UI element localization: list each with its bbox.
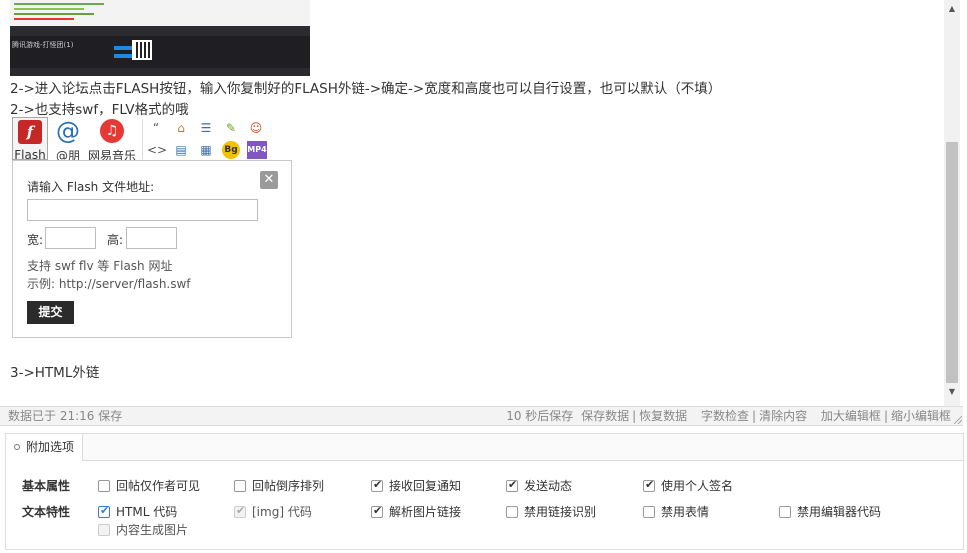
toolbar-divider: [142, 119, 143, 159]
tab-label: 附加选项: [26, 440, 75, 454]
checkbox-parse-image-links[interactable]: 解析图片链接: [371, 503, 461, 520]
free-icon: ⌂: [177, 121, 185, 135]
clear-content-link[interactable]: 清除内容: [759, 409, 807, 423]
post-line-flash-steps: 2->进入论坛点击FLASH按钮，输入你复制好的FLASH外链->确定->宽度和…: [10, 81, 722, 97]
page-icon: ▤: [175, 143, 187, 157]
checkbox-box[interactable]: [643, 478, 655, 492]
editor-toolbar-image: f Flash @ @朋 ♫ 网易音乐 “ ⌂ ☰ ✎ ☺ <> ▤ ▦ Bg …: [10, 117, 292, 163]
checkbox-box[interactable]: [234, 480, 246, 492]
checkbox-box[interactable]: [643, 506, 655, 518]
format-hint: 支持 swf flv 等 Flash 网址: [27, 259, 173, 273]
submit-button: 提交: [27, 301, 74, 324]
mp4-icon: MP4: [247, 141, 267, 159]
checkbox-box[interactable]: [506, 506, 518, 518]
post-line-swf-flv: 2->也支持swf，FLV格式的哦: [10, 102, 189, 118]
thumb-footer: [10, 68, 310, 76]
word-check-link[interactable]: 字数检查: [701, 409, 749, 423]
save-status: 数据已于 21:16 保存: [8, 409, 123, 423]
post-editor[interactable]: 腾讯游戏-打怪团(1) 2->进入论坛点击FLASH按钮，输入你复制好的FLAS…: [0, 0, 967, 406]
height-field: [126, 227, 177, 249]
quote-icon: “: [152, 121, 160, 135]
hide-icon: ☰: [200, 121, 212, 135]
thumb-title: 腾讯游戏-打怪团(1): [12, 41, 74, 49]
enlarge-editor-link[interactable]: 加大编辑框: [821, 409, 881, 423]
checkbox-use-signature[interactable]: 使用个人签名: [643, 477, 733, 494]
code-icon: <>: [147, 143, 168, 157]
at-friend-button: @ @朋: [52, 117, 84, 163]
post-line-html: 3->HTML外链: [10, 365, 100, 381]
checkbox-send-feed[interactable]: 发送动态: [506, 477, 572, 494]
restore-data-link[interactable]: 恢复数据: [639, 409, 687, 423]
example-hint: 示例: http://server/flash.swf: [27, 277, 191, 291]
table-icon: ▦: [200, 143, 212, 157]
separator: |: [752, 409, 757, 423]
flash-url-field: [27, 199, 258, 221]
height-label: 高:: [107, 233, 124, 247]
editor-status-bar: 数据已于 21:16 保存 10 秒后保存 保存数据 | 恢复数据 字数检查 | 清除内…: [0, 406, 963, 426]
extra-options-panel: 附加选项 基本属性 回帖仅作者可见 回帖倒序排列 接收回复通知 发送动态 使用个…: [5, 433, 964, 550]
checkbox-html-code[interactable]: HTML 代码: [98, 503, 177, 520]
separator: |: [632, 409, 637, 423]
checkbox-box[interactable]: [371, 504, 383, 518]
checkbox-reverse-order[interactable]: 回帖倒序排列: [234, 477, 324, 494]
status-actions: 10 秒后保存 保存数据 | 恢复数据 字数检查 | 清除内容 加大编辑框 | 缩小编辑框: [506, 407, 951, 425]
thumb-chat-area: [10, 0, 310, 26]
editor-scrollbar[interactable]: ▲ ▼: [944, 0, 960, 406]
checkbox-box[interactable]: [371, 478, 383, 492]
netease-music-button: ♫ 网易音乐: [86, 117, 138, 163]
scroll-up-icon[interactable]: ▲: [944, 0, 960, 17]
checkbox-box[interactable]: [98, 504, 110, 518]
text-attributes-label: 文本特性: [22, 505, 71, 519]
checkbox-box[interactable]: [779, 506, 791, 518]
autosave-countdown: 10 秒后保存: [506, 409, 574, 423]
separator: |: [883, 409, 888, 423]
qq-icon: ☺: [249, 121, 263, 135]
editor-content[interactable]: 腾讯游戏-打怪团(1) 2->进入论坛点击FLASH按钮，输入你复制好的FLAS…: [0, 0, 944, 406]
flash-icon: f: [18, 120, 42, 144]
bg-icon: Bg: [222, 141, 240, 159]
tab-extra-options[interactable]: 附加选项: [6, 434, 84, 461]
scrollbar-thumb[interactable]: [946, 142, 958, 383]
checkbox-disable-editor-code[interactable]: 禁用编辑器代码: [779, 503, 881, 520]
width-field: [45, 227, 96, 249]
checkbox-box: [234, 504, 246, 518]
embedded-screenshot-image: 腾讯游戏-打怪团(1): [10, 0, 310, 76]
checkbox-box: [98, 524, 110, 536]
qr-code-image: [132, 40, 152, 60]
resize-grip-icon[interactable]: [954, 416, 962, 424]
close-icon: ✕: [260, 171, 278, 189]
width-label: 宽:: [27, 233, 44, 247]
scroll-down-icon[interactable]: ▼: [944, 383, 960, 400]
checkbox-content-to-image: 内容生成图片: [98, 521, 188, 538]
music-icon: ♫: [100, 119, 124, 143]
at-icon: @: [56, 117, 80, 145]
find-icon: ✎: [225, 121, 237, 135]
flash-dialog-image: ✕ 请输入 Flash 文件地址: 宽: 高: 支持 swf flv 等 Fla…: [12, 160, 292, 338]
options-header: 附加选项: [6, 434, 963, 461]
checkbox-author-only[interactable]: 回帖仅作者可见: [98, 477, 200, 494]
basic-attributes-label: 基本属性: [22, 479, 71, 493]
checkbox-disable-smilies[interactable]: 禁用表情: [643, 503, 709, 520]
save-data-link[interactable]: 保存数据: [581, 409, 629, 423]
checkbox-disable-link-recognition[interactable]: 禁用链接识别: [506, 503, 596, 520]
flash-button: f Flash: [12, 117, 48, 162]
checkbox-img-code: [img] 代码: [234, 503, 312, 520]
checkbox-box[interactable]: [98, 480, 110, 492]
flash-url-label: 请输入 Flash 文件地址:: [27, 180, 155, 194]
checkbox-reply-notify[interactable]: 接收回复通知: [371, 477, 461, 494]
shrink-editor-link[interactable]: 缩小编辑框: [891, 409, 951, 423]
circle-icon: [14, 444, 20, 450]
checkbox-box[interactable]: [506, 478, 518, 492]
thumb-toolbar: [10, 26, 310, 36]
